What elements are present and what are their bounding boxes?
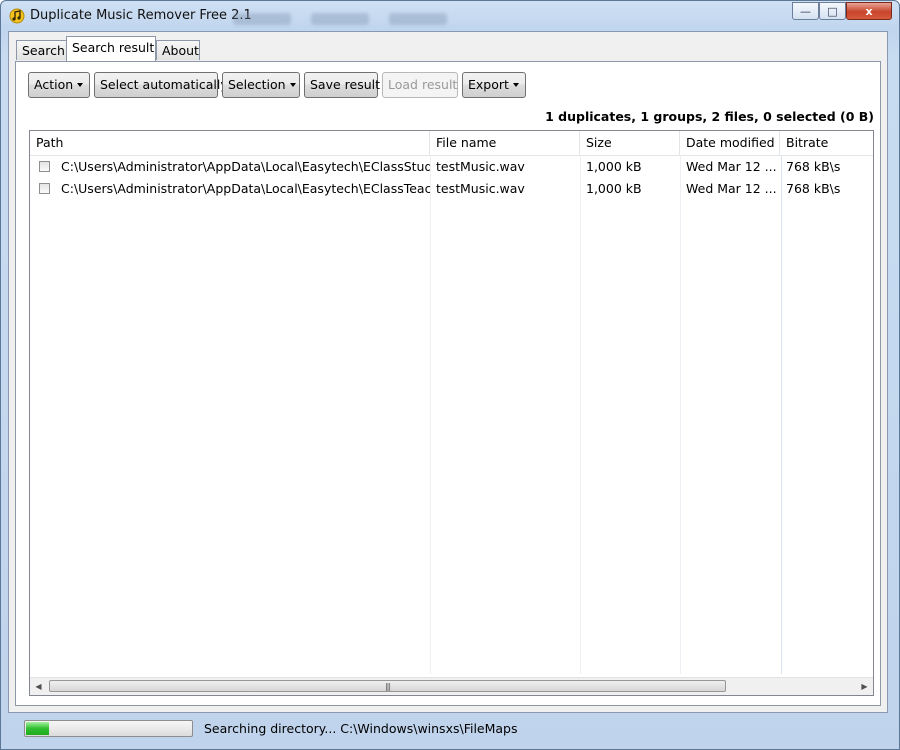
dropdown-caret-icon — [77, 83, 84, 87]
table-header: Path File name Size Date modified Bitrat… — [30, 131, 873, 156]
table-row[interactable]: C:\Users\Administrator\AppData\Local\Eas… — [30, 178, 873, 200]
maximize-button[interactable]: □ — [819, 2, 846, 20]
client-area: Search Search result About Action Select… — [8, 31, 888, 713]
column-divider — [580, 155, 581, 674]
blurred-background-text — [311, 13, 369, 25]
app-icon — [9, 8, 25, 24]
selection-button[interactable]: Selection — [222, 72, 300, 98]
minimize-button[interactable]: — — [792, 2, 819, 20]
cell-size: 1,000 kB — [586, 159, 642, 174]
cell-bitrate: 768 kB\s — [786, 181, 841, 196]
column-header-bitrate[interactable]: Bitrate — [780, 131, 873, 155]
table-row[interactable]: C:\Users\Administrator\AppData\Local\Eas… — [30, 156, 873, 178]
selection-label: Selection — [228, 77, 286, 92]
column-divider — [680, 155, 681, 674]
cell-path: C:\Users\Administrator\AppData\Local\Eas… — [61, 159, 430, 174]
export-button[interactable]: Export — [462, 72, 526, 98]
row-checkbox[interactable] — [39, 161, 50, 172]
cell-bitrate: 768 kB\s — [786, 159, 841, 174]
cell-file-name: testMusic.wav — [436, 159, 525, 174]
tab-about[interactable]: About — [156, 40, 200, 60]
cell-size: 1,000 kB — [586, 181, 642, 196]
close-button[interactable]: x — [846, 2, 892, 20]
load-result-button[interactable]: Load result — [382, 72, 458, 98]
scrollbar-thumb[interactable]: ||| — [49, 680, 726, 692]
title-bar[interactable]: Duplicate Music Remover Free 2.1 — □ x — [1, 1, 899, 31]
close-icon: x — [865, 4, 873, 18]
dropdown-caret-icon — [289, 83, 296, 87]
load-result-label: Load result — [388, 77, 458, 92]
column-header-path[interactable]: Path — [30, 131, 430, 155]
cell-date-modified: Wed Mar 12 ... — [686, 159, 777, 174]
scrollbar-grip-icon: ||| — [384, 682, 391, 691]
minimize-icon: — — [800, 4, 811, 18]
app-window: Duplicate Music Remover Free 2.1 — □ x S… — [0, 0, 900, 750]
column-header-file-name[interactable]: File name — [430, 131, 580, 155]
export-label: Export — [468, 77, 509, 92]
dropdown-caret-icon — [512, 83, 519, 87]
status-text: Searching directory... C:\Windows\winsxs… — [204, 721, 518, 736]
action-label: Action — [34, 77, 74, 92]
column-header-size[interactable]: Size — [580, 131, 680, 155]
results-table[interactable]: Path File name Size Date modified Bitrat… — [29, 130, 874, 696]
column-header-date-modified[interactable]: Date modified — [680, 131, 780, 155]
cell-path: C:\Users\Administrator\AppData\Local\Eas… — [61, 181, 430, 196]
blurred-background-text — [233, 13, 291, 25]
save-result-button[interactable]: Save result — [304, 72, 381, 98]
status-bar: Searching directory... C:\Windows\winsxs… — [8, 713, 886, 745]
tab-search-result[interactable]: Search result — [66, 36, 156, 61]
window-title: Duplicate Music Remover Free 2.1 — [30, 8, 252, 23]
progress-fill — [26, 722, 49, 735]
progress-bar — [24, 720, 193, 737]
row-checkbox[interactable] — [39, 183, 50, 194]
column-divider — [430, 155, 431, 674]
horizontal-scrollbar[interactable]: ◀ ||| ▶ — [30, 677, 873, 695]
scroll-left-icon[interactable]: ◀ — [30, 678, 47, 695]
maximize-icon: □ — [827, 4, 838, 18]
save-result-label: Save result — [310, 77, 381, 92]
select-automatically-label: Select automatically — [100, 77, 228, 92]
column-divider — [781, 155, 782, 674]
blurred-background-text — [389, 13, 447, 25]
search-result-page: Action Select automatically Selection Sa… — [15, 61, 881, 706]
select-automatically-button[interactable]: Select automatically — [94, 72, 228, 98]
scroll-right-icon[interactable]: ▶ — [856, 678, 873, 695]
result-summary: 1 duplicates, 1 groups, 2 files, 0 selec… — [545, 109, 874, 124]
cell-file-name: testMusic.wav — [436, 181, 525, 196]
cell-date-modified: Wed Mar 12 ... — [686, 181, 777, 196]
action-button[interactable]: Action — [28, 72, 90, 98]
tab-search[interactable]: Search — [16, 40, 67, 60]
